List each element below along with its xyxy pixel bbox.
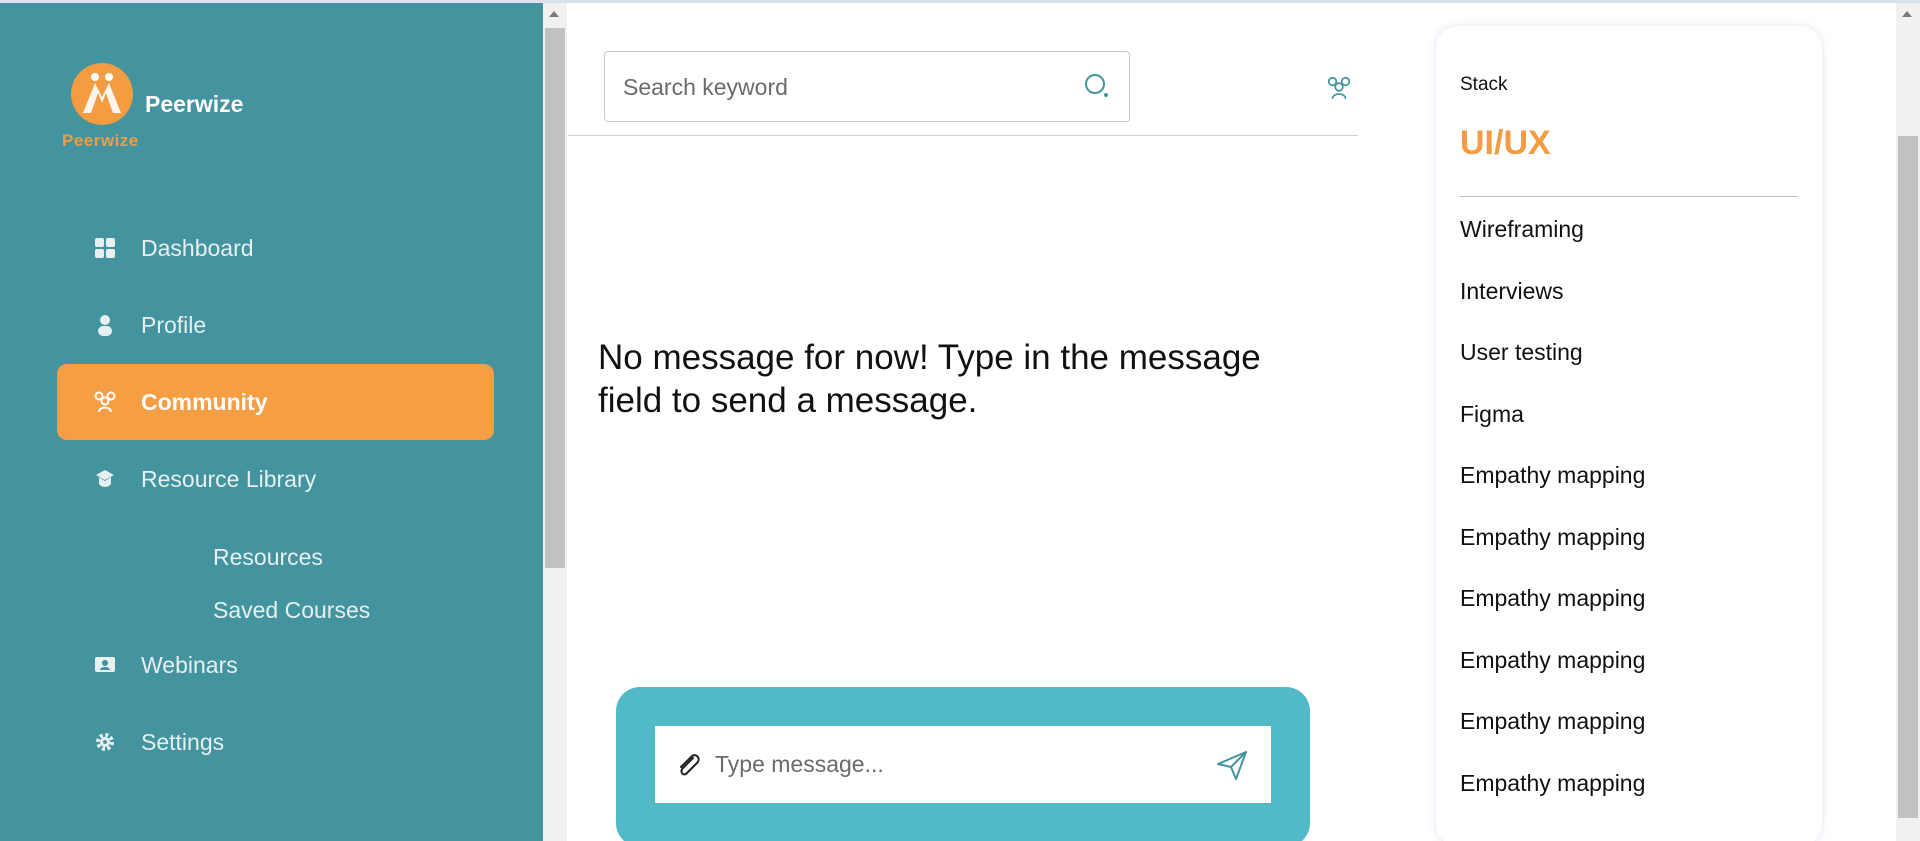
- search-box: [604, 51, 1130, 122]
- scroll-up-arrow-icon[interactable]: [1902, 11, 1912, 17]
- sidebar-item-label: Dashboard: [141, 235, 254, 261]
- chat-panel: No message for now! Type in the message …: [568, 3, 1358, 841]
- topic-item[interactable]: Empathy mapping: [1460, 647, 1645, 674]
- graduation-cap-icon: [93, 467, 117, 491]
- sidebar-subitem-resources[interactable]: Resources: [213, 544, 323, 571]
- scroll-up-arrow-icon[interactable]: [549, 11, 559, 17]
- stack-divider: [1460, 196, 1798, 197]
- topic-item[interactable]: Empathy mapping: [1460, 524, 1645, 551]
- stack-panel: Stack UI/UX Wireframing Interviews User …: [1436, 26, 1822, 841]
- sidebar-item-label: Webinars: [141, 652, 238, 678]
- topic-item[interactable]: Empathy mapping: [1460, 462, 1645, 489]
- sidebar-item-community[interactable]: Community: [57, 364, 494, 440]
- grid-icon: [93, 236, 117, 260]
- logo-mark-icon: [71, 63, 133, 125]
- chat-header-divider: [568, 135, 1358, 136]
- send-icon[interactable]: [1215, 748, 1249, 782]
- members-group-icon[interactable]: [1326, 75, 1352, 101]
- message-composer: [616, 687, 1310, 841]
- empty-chat-message: No message for now! Type in the message …: [598, 338, 1261, 420]
- scrollbar-thumb[interactable]: [1898, 136, 1918, 818]
- topic-item[interactable]: User testing: [1460, 339, 1583, 366]
- sidebar-item-resource-library[interactable]: Resource Library: [57, 441, 494, 517]
- topic-item[interactable]: Empathy mapping: [1460, 585, 1645, 612]
- brand-name: Peerwize: [145, 91, 244, 117]
- topic-item[interactable]: Interviews: [1460, 278, 1564, 305]
- page-scrollbar[interactable]: [1896, 3, 1920, 841]
- user-icon: [93, 313, 117, 337]
- attachment-icon[interactable]: [673, 750, 703, 780]
- sidebar-item-webinars[interactable]: Webinars: [57, 627, 494, 703]
- topic-item[interactable]: Empathy mapping: [1460, 708, 1645, 735]
- stack-title: UI/UX: [1460, 124, 1551, 162]
- sidebar-item-label: Profile: [141, 312, 207, 338]
- topic-item[interactable]: Figma: [1460, 401, 1524, 428]
- sidebar-scrollbar[interactable]: [543, 3, 567, 841]
- message-field: [655, 726, 1271, 803]
- sidebar-item-dashboard[interactable]: Dashboard: [57, 210, 494, 286]
- sidebar-item-label: Resource Library: [141, 466, 317, 492]
- scrollbar-thumb[interactable]: [545, 28, 565, 568]
- sidebar-item-profile[interactable]: Profile: [57, 287, 494, 363]
- sidebar-subitem-saved-courses[interactable]: Saved Courses: [213, 597, 370, 624]
- sidebar-item-label: Settings: [141, 729, 225, 755]
- page: Peerwize Peerwize Dashboard Profile Comm…: [0, 0, 1920, 841]
- sidebar-item-settings[interactable]: Settings: [57, 704, 494, 780]
- monitor-user-icon: [93, 653, 117, 677]
- topic-item[interactable]: Wireframing: [1460, 216, 1584, 243]
- gear-icon: [93, 730, 117, 754]
- stack-label: Stack: [1460, 74, 1508, 95]
- search-input[interactable]: [623, 70, 1063, 104]
- group-icon: [93, 390, 117, 414]
- sidebar-item-label: Community: [141, 389, 268, 415]
- brand[interactable]: Peerwize Peerwize: [62, 63, 462, 163]
- topic-item[interactable]: Empathy mapping: [1460, 770, 1645, 797]
- search-icon[interactable]: [1083, 72, 1111, 100]
- sidebar: Peerwize Peerwize Dashboard Profile Comm…: [0, 3, 543, 841]
- logo-wordmark: Peerwize: [62, 131, 139, 150]
- logo[interactable]: Peerwize: [62, 63, 142, 155]
- message-input[interactable]: [715, 746, 1195, 782]
